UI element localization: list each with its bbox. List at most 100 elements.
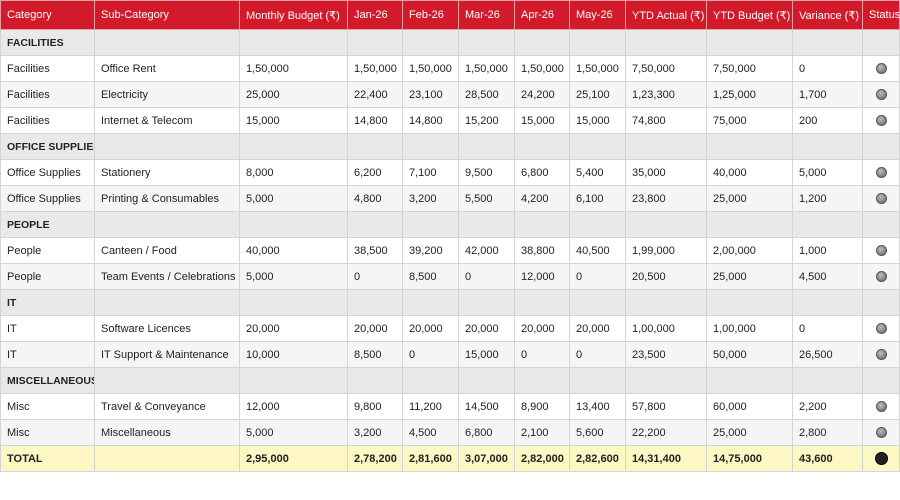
cell-feb[interactable]: 11,200 bbox=[402, 393, 459, 420]
cell-sub-category[interactable]: Stationery bbox=[94, 159, 240, 186]
cell-variance[interactable]: 2,800 bbox=[792, 419, 863, 446]
cell-monthly-budget[interactable]: 5,000 bbox=[239, 185, 348, 212]
cell-feb[interactable]: 14,800 bbox=[402, 107, 459, 134]
cell-variance[interactable]: 0 bbox=[792, 315, 863, 342]
cell-ytd-actual[interactable]: 74,800 bbox=[625, 107, 707, 134]
cell-sub-category[interactable]: Printing & Consumables bbox=[94, 185, 240, 212]
total-jan[interactable]: 2,78,200 bbox=[347, 445, 403, 472]
total-may[interactable]: 2,82,600 bbox=[569, 445, 626, 472]
cell-ytd-budget[interactable]: 2,00,000 bbox=[706, 237, 793, 264]
cell-mar[interactable]: 1,50,000 bbox=[458, 55, 515, 82]
total-variance[interactable]: 43,600 bbox=[792, 445, 863, 472]
col-header-monthly-budget[interactable]: Monthly Budget (₹) bbox=[239, 0, 348, 30]
cell-ytd-budget[interactable]: 40,000 bbox=[706, 159, 793, 186]
cell-variance[interactable]: 4,500 bbox=[792, 263, 863, 290]
cell-may[interactable]: 1,50,000 bbox=[569, 55, 626, 82]
col-header-ytd-budget[interactable]: YTD Budget (₹) bbox=[706, 0, 793, 30]
cell-monthly-budget[interactable]: 10,000 bbox=[239, 341, 348, 368]
cell-status[interactable] bbox=[862, 107, 900, 134]
cell-apr[interactable]: 6,800 bbox=[514, 159, 570, 186]
cell-ytd-budget[interactable]: 1,25,000 bbox=[706, 81, 793, 108]
cell-variance[interactable]: 0 bbox=[792, 55, 863, 82]
cell-jan[interactable]: 3,200 bbox=[347, 419, 403, 446]
col-header-category[interactable]: Category bbox=[0, 0, 95, 30]
cell-category[interactable]: People bbox=[0, 263, 95, 290]
cell-apr[interactable]: 2,100 bbox=[514, 419, 570, 446]
col-header-may[interactable]: May-26 bbox=[569, 0, 626, 30]
total-apr[interactable]: 2,82,000 bbox=[514, 445, 570, 472]
cell-category[interactable]: Office Supplies bbox=[0, 159, 95, 186]
cell-feb[interactable]: 8,500 bbox=[402, 263, 459, 290]
cell-feb[interactable]: 1,50,000 bbox=[402, 55, 459, 82]
cell-category[interactable]: Facilities bbox=[0, 81, 95, 108]
cell-sub-category[interactable]: Internet & Telecom bbox=[94, 107, 240, 134]
group-label[interactable]: PEOPLE bbox=[0, 211, 95, 238]
cell-ytd-actual[interactable]: 1,23,300 bbox=[625, 81, 707, 108]
cell-mar[interactable]: 20,000 bbox=[458, 315, 515, 342]
cell-ytd-budget[interactable]: 75,000 bbox=[706, 107, 793, 134]
cell-ytd-actual[interactable]: 23,800 bbox=[625, 185, 707, 212]
cell-jan[interactable]: 22,400 bbox=[347, 81, 403, 108]
cell-jan[interactable]: 14,800 bbox=[347, 107, 403, 134]
cell-apr[interactable]: 1,50,000 bbox=[514, 55, 570, 82]
group-label[interactable]: IT bbox=[0, 289, 95, 316]
cell-ytd-actual[interactable]: 7,50,000 bbox=[625, 55, 707, 82]
cell-ytd-budget[interactable]: 25,000 bbox=[706, 185, 793, 212]
cell-jan[interactable]: 38,500 bbox=[347, 237, 403, 264]
cell-status[interactable] bbox=[862, 419, 900, 446]
cell-category[interactable]: Facilities bbox=[0, 55, 95, 82]
cell-monthly-budget[interactable]: 5,000 bbox=[239, 263, 348, 290]
cell-apr[interactable]: 0 bbox=[514, 341, 570, 368]
cell-ytd-actual[interactable]: 35,000 bbox=[625, 159, 707, 186]
cell-sub-category[interactable]: Software Licences bbox=[94, 315, 240, 342]
cell-feb[interactable]: 0 bbox=[402, 341, 459, 368]
col-header-ytd-actual[interactable]: YTD Actual (₹) bbox=[625, 0, 707, 30]
cell-sub-category[interactable]: IT Support & Maintenance bbox=[94, 341, 240, 368]
cell-mar[interactable]: 42,000 bbox=[458, 237, 515, 264]
cell-apr[interactable]: 12,000 bbox=[514, 263, 570, 290]
cell-ytd-actual[interactable]: 1,00,000 bbox=[625, 315, 707, 342]
col-header-mar[interactable]: Mar-26 bbox=[458, 0, 515, 30]
cell-mar[interactable]: 5,500 bbox=[458, 185, 515, 212]
cell-status[interactable] bbox=[862, 263, 900, 290]
cell-feb[interactable]: 39,200 bbox=[402, 237, 459, 264]
group-label[interactable]: FACILITIES bbox=[0, 29, 95, 56]
cell-status[interactable] bbox=[862, 81, 900, 108]
cell-ytd-budget[interactable]: 60,000 bbox=[706, 393, 793, 420]
cell-monthly-budget[interactable]: 5,000 bbox=[239, 419, 348, 446]
cell-category[interactable]: People bbox=[0, 237, 95, 264]
col-header-jan[interactable]: Jan-26 bbox=[347, 0, 403, 30]
cell-ytd-actual[interactable]: 20,500 bbox=[625, 263, 707, 290]
cell-variance[interactable]: 1,000 bbox=[792, 237, 863, 264]
col-header-status[interactable]: Status bbox=[862, 0, 900, 30]
total-ytd-actual[interactable]: 14,31,400 bbox=[625, 445, 707, 472]
cell-apr[interactable]: 38,800 bbox=[514, 237, 570, 264]
cell-may[interactable]: 40,500 bbox=[569, 237, 626, 264]
cell-jan[interactable]: 8,500 bbox=[347, 341, 403, 368]
cell-status[interactable] bbox=[862, 393, 900, 420]
cell-may[interactable]: 15,000 bbox=[569, 107, 626, 134]
cell-may[interactable]: 20,000 bbox=[569, 315, 626, 342]
cell-status[interactable] bbox=[862, 315, 900, 342]
cell-status[interactable] bbox=[862, 185, 900, 212]
cell-sub-category[interactable]: Canteen / Food bbox=[94, 237, 240, 264]
group-label[interactable]: MISCELLANEOUS bbox=[0, 367, 95, 394]
cell-category[interactable]: Facilities bbox=[0, 107, 95, 134]
cell-mar[interactable]: 15,200 bbox=[458, 107, 515, 134]
total-ytd-budget[interactable]: 14,75,000 bbox=[706, 445, 793, 472]
cell-status[interactable] bbox=[862, 341, 900, 368]
cell-category[interactable]: Office Supplies bbox=[0, 185, 95, 212]
cell-ytd-actual[interactable]: 1,99,000 bbox=[625, 237, 707, 264]
cell-sub-category[interactable]: Team Events / Celebrations bbox=[94, 263, 240, 290]
cell-feb[interactable]: 4,500 bbox=[402, 419, 459, 446]
cell-sub-category[interactable]: Office Rent bbox=[94, 55, 240, 82]
cell-status[interactable] bbox=[862, 159, 900, 186]
cell-mar[interactable]: 6,800 bbox=[458, 419, 515, 446]
cell-category[interactable]: IT bbox=[0, 341, 95, 368]
cell-monthly-budget[interactable]: 12,000 bbox=[239, 393, 348, 420]
cell-jan[interactable]: 20,000 bbox=[347, 315, 403, 342]
cell-may[interactable]: 5,600 bbox=[569, 419, 626, 446]
cell-status[interactable] bbox=[862, 55, 900, 82]
cell-jan[interactable]: 1,50,000 bbox=[347, 55, 403, 82]
cell-monthly-budget[interactable]: 1,50,000 bbox=[239, 55, 348, 82]
